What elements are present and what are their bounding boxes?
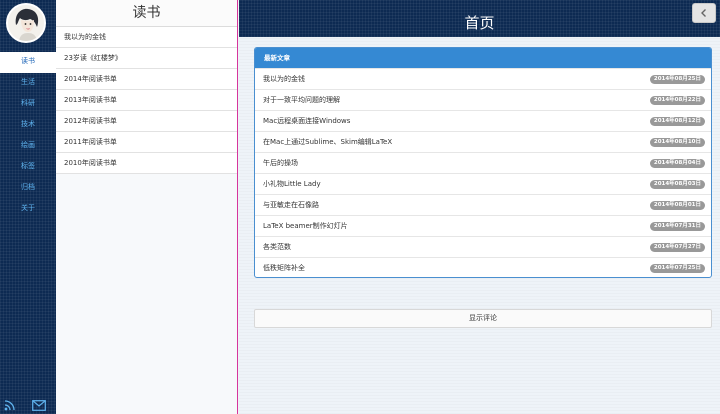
list-item[interactable]: 2013年阅读书单 <box>56 90 237 111</box>
sidebar-item-reading[interactable]: 读书 <box>0 52 56 73</box>
article-title: 小礼物Little Lady <box>263 180 321 188</box>
sidebar-item-tech[interactable]: 技术 <box>0 115 56 136</box>
show-comments-button[interactable]: 显示评论 <box>254 309 712 328</box>
latest-articles-panel: 最新文章 我以为的金钱 2014年08月25日 对于一致平均问题的理解 2014年0… <box>254 47 712 278</box>
article-title: 我以为的金钱 <box>263 75 305 83</box>
list-item[interactable]: 23岁读《红楼梦》 <box>56 48 237 69</box>
date-badge: 2014年07月27日 <box>649 243 705 252</box>
back-button[interactable] <box>692 3 716 23</box>
article-title: 在Mac上通过Sublime、Skim编辑LaTeX <box>263 138 393 146</box>
article-row[interactable]: 小礼物Little Lady 2014年08月03日 <box>255 173 711 194</box>
date-badge: 2014年08月25日 <box>649 75 705 84</box>
sidebar-footer <box>0 398 56 414</box>
article-title: 午后的操场 <box>263 159 298 167</box>
article-row[interactable]: Mac远程桌面连接Windows 2014年08月12日 <box>255 110 711 131</box>
chevron-left-icon <box>701 9 706 17</box>
sidebar-item-painting[interactable]: 绘画 <box>0 136 56 157</box>
date-badge: 2014年08月03日 <box>649 180 705 189</box>
article-title: 与亚敏走在石像路 <box>263 201 319 209</box>
article-title: 对于一致平均问题的理解 <box>263 96 340 104</box>
article-row[interactable]: 在Mac上通过Sublime、Skim编辑LaTeX 2014年08月10日 <box>255 131 711 152</box>
article-title: Mac远程桌面连接Windows <box>263 117 351 125</box>
date-badge: 2014年07月25日 <box>649 264 705 273</box>
avatar[interactable] <box>6 3 46 43</box>
top-bar: 首页 <box>239 0 720 37</box>
date-badge: 2014年08月10日 <box>649 138 705 147</box>
list-item[interactable]: 我以为的金钱 <box>56 27 237 48</box>
sidebar-item-research[interactable]: 科研 <box>0 94 56 115</box>
list-item[interactable]: 2014年阅读书单 <box>56 69 237 90</box>
sidebar-item-tags[interactable]: 标签 <box>0 157 56 178</box>
main-content: 首页 最新文章 我以为的金钱 2014年08月25日 对于一致平均问题的理解 201… <box>239 0 720 414</box>
date-badge: 2014年07月31日 <box>649 222 705 231</box>
date-badge: 2014年08月22日 <box>649 96 705 105</box>
article-title: 低秩矩阵补全 <box>263 264 305 272</box>
list-item[interactable]: 2012年阅读书单 <box>56 111 237 132</box>
article-row[interactable]: 我以为的金钱 2014年08月25日 <box>255 68 711 89</box>
article-title: LaTeX beamer制作幻灯片 <box>263 222 348 230</box>
category-title: 读书 <box>56 0 237 27</box>
panel-heading: 最新文章 <box>255 48 711 68</box>
page-title: 首页 <box>464 14 495 32</box>
sidebar-nav: 读书 生活 科研 技术 绘画 标签 归档 关于 <box>0 0 56 414</box>
article-row[interactable]: LaTeX beamer制作幻灯片 2014年07月31日 <box>255 215 711 236</box>
category-list-column: 读书 我以为的金钱 23岁读《红楼梦》 2014年阅读书单 2013年阅读书单 … <box>56 0 238 414</box>
date-badge: 2014年08月01日 <box>649 201 705 210</box>
date-badge: 2014年08月12日 <box>649 117 705 126</box>
article-row[interactable]: 各类范数 2014年07月27日 <box>255 236 711 257</box>
article-row[interactable]: 与亚敏走在石像路 2014年08月01日 <box>255 194 711 215</box>
sidebar-item-about[interactable]: 关于 <box>0 199 56 220</box>
sidebar-item-life[interactable]: 生活 <box>0 73 56 94</box>
list-item[interactable]: 2011年阅读书单 <box>56 132 237 153</box>
article-row[interactable]: 午后的操场 2014年08月04日 <box>255 152 711 173</box>
mail-icon[interactable] <box>32 400 46 413</box>
article-row[interactable]: 对于一致平均问题的理解 2014年08月22日 <box>255 89 711 110</box>
sidebar-item-archive[interactable]: 归档 <box>0 178 56 199</box>
list-item[interactable]: 2010年阅读书单 <box>56 153 237 174</box>
rss-icon[interactable] <box>4 399 16 413</box>
article-row[interactable]: 低秩矩阵补全 2014年07月25日 <box>255 257 711 277</box>
article-title: 各类范数 <box>263 243 291 251</box>
date-badge: 2014年08月04日 <box>649 159 705 168</box>
